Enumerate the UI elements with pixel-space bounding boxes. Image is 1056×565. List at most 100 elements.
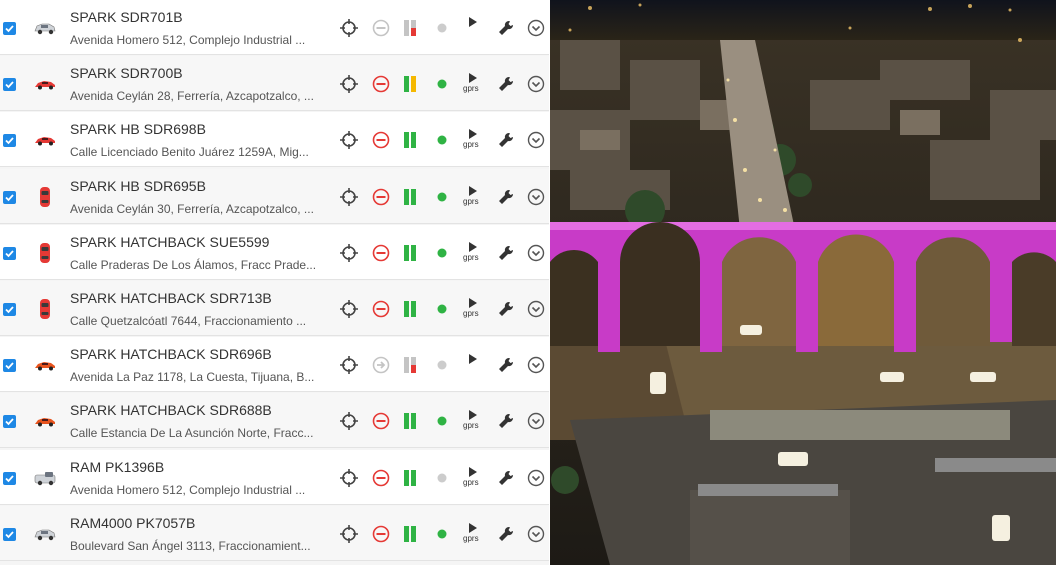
chevron-circle-icon[interactable]: [526, 299, 546, 319]
vehicle-name[interactable]: SPARK HATCHBACK SUE5599: [70, 234, 269, 250]
chevron-circle-icon[interactable]: [526, 411, 546, 431]
crosshair-icon[interactable]: [339, 355, 359, 375]
vehicle-checkbox[interactable]: [3, 246, 16, 260]
vehicle-row[interactable]: RAM PK1396B Avenida Homero 512, Complejo…: [0, 449, 549, 505]
chevron-circle-icon[interactable]: [526, 187, 546, 207]
vehicle-checkbox[interactable]: [3, 78, 16, 92]
vehicle-row[interactable]: SPARK HATCHBACK SUE5599 Calle Praderas D…: [0, 224, 549, 280]
vehicle-row[interactable]: SPARK HATCHBACK SDR688B Calle Estancia D…: [0, 393, 549, 449]
crosshair-icon[interactable]: [339, 130, 359, 150]
vehicle-row[interactable]: RAM4000 PK7057B Boulevard San Ángel 3113…: [0, 505, 549, 561]
chevron-circle-icon[interactable]: [526, 18, 546, 38]
vehicle-name[interactable]: SPARK HATCHBACK SDR688B: [70, 402, 272, 418]
engine-status-icon: [371, 187, 391, 207]
vehicle-row[interactable]: SPARK HB SDR698B Calle Licenciado Benito…: [0, 112, 549, 168]
crosshair-icon[interactable]: [339, 299, 359, 319]
gprs-label: gprs: [463, 84, 479, 94]
car-icon: [32, 186, 58, 208]
crosshair-icon[interactable]: [339, 18, 359, 38]
wrench-icon[interactable]: [496, 74, 516, 94]
engine-status-icon: [371, 74, 391, 94]
play-gprs-icon[interactable]: [463, 16, 485, 40]
gprs-label: gprs: [463, 196, 479, 206]
vehicle-address: Calle Quetzalcóatl 7644, Fraccionamiento…: [70, 314, 307, 328]
city-aqueduct-photo: [550, 0, 1056, 565]
signal-bars-icon: [401, 299, 421, 319]
play-gprs-icon[interactable]: gprs: [463, 522, 485, 546]
play-gprs-icon[interactable]: gprs: [463, 128, 485, 152]
car-icon: [32, 298, 58, 320]
vehicle-row[interactable]: SPARK SDR701B Avenida Homero 512, Comple…: [0, 0, 549, 55]
vehicle-name[interactable]: SPARK HATCHBACK SDR696B: [70, 346, 272, 362]
wrench-icon[interactable]: [496, 355, 516, 375]
crosshair-icon[interactable]: [339, 411, 359, 431]
crosshair-icon[interactable]: [339, 524, 359, 544]
vehicle-row[interactable]: SPARK HATCHBACK SDR696B Avenida La Paz 1…: [0, 337, 549, 393]
crosshair-icon[interactable]: [339, 468, 359, 488]
chevron-circle-icon[interactable]: [526, 243, 546, 263]
vehicle-name[interactable]: RAM4000 PK7057B: [70, 515, 195, 531]
vehicle-checkbox[interactable]: [3, 190, 16, 204]
signal-bars-icon: [401, 130, 421, 150]
engine-status-icon: [371, 243, 391, 263]
gprs-label: gprs: [463, 421, 479, 431]
chevron-circle-icon[interactable]: [526, 355, 546, 375]
car-icon: [32, 410, 58, 432]
signal-bars-icon: [401, 243, 421, 263]
vehicle-checkbox[interactable]: [3, 134, 16, 148]
gprs-label: gprs: [463, 477, 479, 487]
chevron-circle-icon[interactable]: [526, 524, 546, 544]
crosshair-icon[interactable]: [339, 74, 359, 94]
vehicle-address: Boulevard San Ángel 3113, Fraccionamient…: [70, 538, 311, 553]
signal-bars-icon: [401, 411, 421, 431]
vehicle-name[interactable]: SPARK HB SDR695B: [70, 178, 206, 194]
vehicle-name[interactable]: SPARK HB SDR698B: [70, 121, 206, 137]
vehicle-name[interactable]: SPARK HATCHBACK SDR713B: [70, 290, 272, 306]
vehicle-row[interactable]: SPARK HB SDR695B Avenida Ceylán 30, Ferr…: [0, 168, 549, 224]
engine-status-icon: [371, 130, 391, 150]
wrench-icon[interactable]: [496, 187, 516, 207]
vehicle-name[interactable]: SPARK SDR700B: [70, 65, 183, 81]
connection-dot-icon: [436, 299, 456, 319]
vehicle-address: Calle Estancia De La Asunción Norte, Fra…: [70, 426, 314, 441]
vehicle-checkbox[interactable]: [3, 359, 16, 373]
chevron-circle-icon[interactable]: [526, 468, 546, 488]
crosshair-icon[interactable]: [339, 187, 359, 207]
vehicle-name[interactable]: SPARK SDR701B: [70, 9, 183, 25]
car-icon: [32, 129, 58, 151]
vehicle-checkbox[interactable]: [3, 527, 16, 541]
vehicle-row[interactable]: SPARK HATCHBACK SDR713B Calle Quetzalcóa…: [0, 281, 549, 336]
wrench-icon[interactable]: [496, 243, 516, 263]
chevron-circle-icon[interactable]: [526, 74, 546, 94]
wrench-icon[interactable]: [496, 524, 516, 544]
play-gprs-icon[interactable]: gprs: [463, 466, 485, 490]
vehicle-address: Avenida Ceylán 30, Ferrería, Azcapotzalc…: [70, 201, 314, 216]
vehicle-checkbox[interactable]: [3, 415, 16, 429]
vehicle-checkbox[interactable]: [3, 303, 16, 316]
wrench-icon[interactable]: [496, 411, 516, 431]
gprs-label: gprs: [463, 309, 479, 318]
vehicle-checkbox[interactable]: [3, 471, 16, 485]
vehicle-name[interactable]: RAM PK1396B: [70, 459, 164, 475]
play-gprs-icon[interactable]: [463, 353, 485, 377]
wrench-icon[interactable]: [496, 468, 516, 488]
wrench-icon[interactable]: [496, 130, 516, 150]
vehicle-checkbox[interactable]: [3, 22, 16, 35]
wrench-icon[interactable]: [496, 299, 516, 319]
play-gprs-icon[interactable]: gprs: [463, 297, 485, 321]
gprs-label: gprs: [463, 533, 479, 543]
connection-dot-icon: [436, 18, 456, 38]
vehicle-address: Avenida Homero 512, Complejo Industrial …: [70, 482, 306, 497]
play-gprs-icon[interactable]: gprs: [463, 185, 485, 209]
vehicle-row[interactable]: SPARK SDR700B Avenida Ceylán 28, Ferrerí…: [0, 56, 549, 112]
play-gprs-icon[interactable]: gprs: [463, 241, 485, 265]
engine-status-icon: [371, 355, 391, 375]
gprs-label: gprs: [463, 252, 479, 262]
play-gprs-icon[interactable]: gprs: [463, 72, 485, 96]
connection-dot-icon: [436, 411, 456, 431]
vehicle-address: Avenida La Paz 1178, La Cuesta, Tijuana,…: [70, 370, 315, 385]
play-gprs-icon[interactable]: gprs: [463, 409, 485, 433]
wrench-icon[interactable]: [496, 18, 516, 38]
chevron-circle-icon[interactable]: [526, 130, 546, 150]
crosshair-icon[interactable]: [339, 243, 359, 263]
